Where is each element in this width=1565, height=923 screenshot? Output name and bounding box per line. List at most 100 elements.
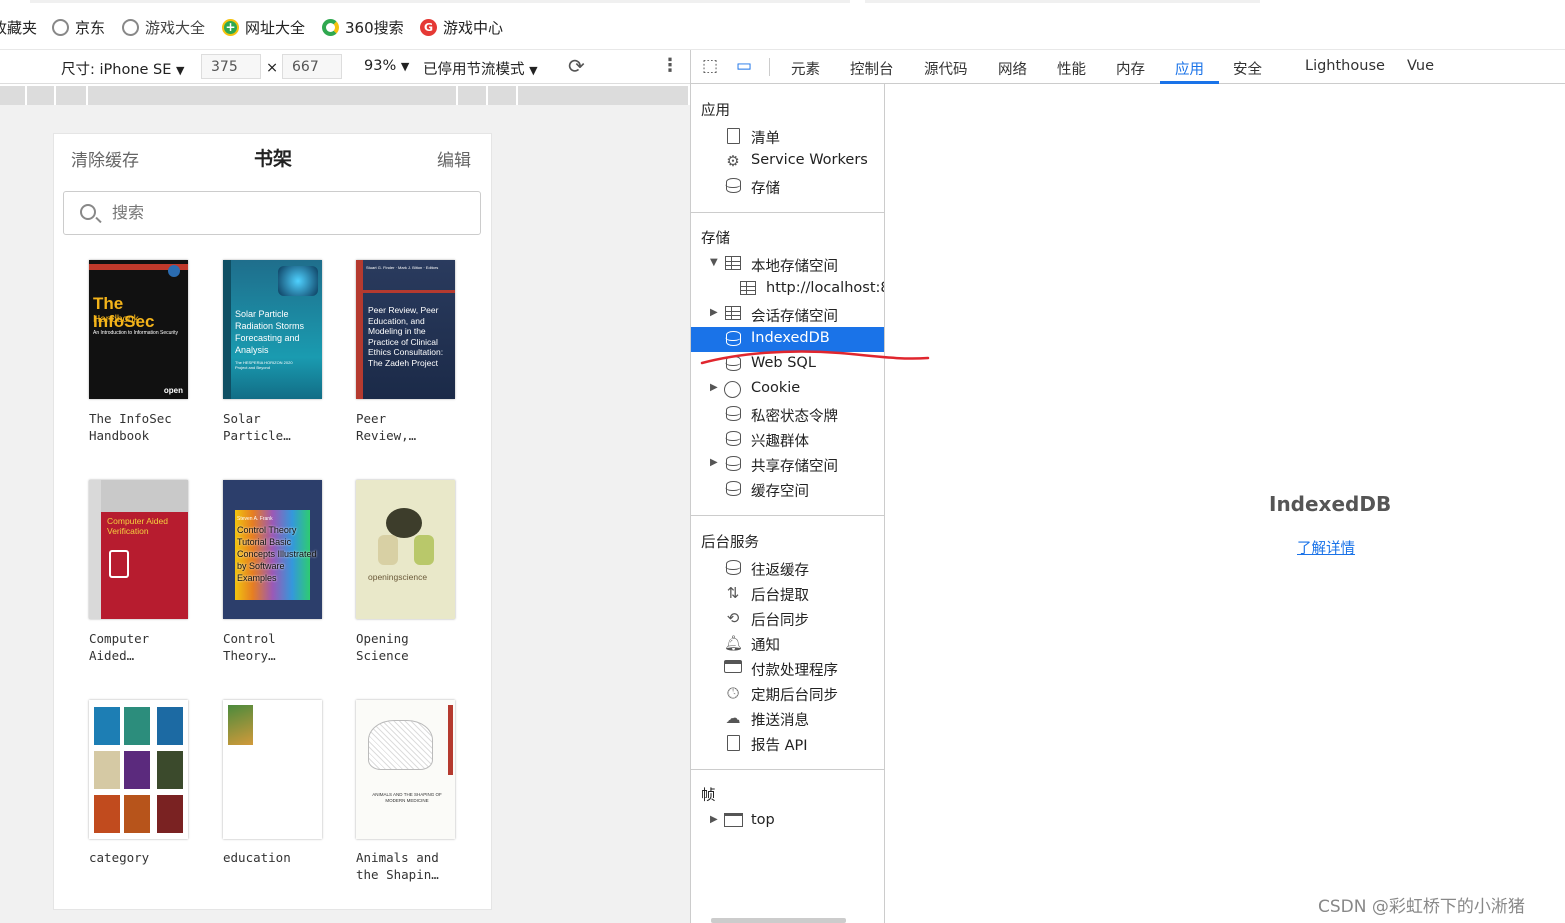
tab-lighthouse[interactable]: Lighthouse [1305, 58, 1385, 74]
more-options-icon[interactable]: ⋮ [661, 55, 679, 76]
book-title[interactable]: Solar Particle… [223, 410, 333, 444]
book-cover-opening-science[interactable]: openingscience [356, 480, 455, 619]
sidebar-item-shared-storage[interactable]: ▶ 共享存储空间 [691, 452, 884, 477]
sidebar-item-periodic-sync[interactable]: 🕓︎ 定期后台同步 [691, 681, 884, 706]
book-title[interactable]: Control Theory… [223, 630, 333, 664]
database-icon [724, 456, 742, 472]
devtools-panel: ⬚ ▭ 元素 控制台 源代码 网络 性能 内存 应用 安全 Lighthouse… [690, 50, 1565, 923]
caret-down-icon: ▼ [400, 60, 410, 73]
sidebar-item-service-workers[interactable]: ⚙ Service Workers [691, 149, 884, 174]
bookmark-games[interactable]: 游戏大全 [122, 17, 205, 38]
sync-icon: ⟲ [726, 609, 740, 627]
learn-more-link[interactable]: 了解详情 [1297, 537, 1355, 558]
sidebar-scrollbar[interactable] [711, 918, 846, 923]
times-symbol: × [266, 60, 279, 76]
document-icon [724, 128, 742, 144]
bookmark-jd[interactable]: 京东 [52, 17, 105, 38]
book-cover-category[interactable] [89, 700, 188, 839]
height-input[interactable] [282, 54, 342, 79]
active-tab-indicator [1160, 81, 1219, 84]
triangle-right-icon[interactable]: ▶ [710, 457, 718, 468]
book-cover-animals[interactable]: ANIMALS AND THE SHAPING OF MODERN MEDICI… [356, 700, 455, 839]
rotate-icon[interactable]: ⟳ [568, 54, 585, 78]
caret-down-icon: ▼ [176, 64, 185, 77]
credit-card-icon [724, 660, 742, 676]
bookmark-360-search[interactable]: 360搜索 [322, 17, 404, 38]
sidebar-item-background-sync[interactable]: ⟲ 后台同步 [691, 606, 884, 631]
width-input[interactable] [201, 54, 261, 79]
inspect-element-icon[interactable]: ⬚ [702, 56, 718, 76]
sidebar-item-push-messaging[interactable]: ☁︎ 推送消息 [691, 706, 884, 731]
book-cover-infosec[interactable]: The InfoSec Handbook An Introduction to … [89, 260, 188, 399]
panel-title: IndexedDB [1269, 492, 1392, 516]
globe-icon [52, 19, 69, 36]
red-annotation-underline [700, 350, 930, 365]
book-cover-solar[interactable]: Solar Particle Radiation Storms Forecast… [223, 260, 322, 399]
sidebar-item-interest-groups[interactable]: 兴趣群体 [691, 427, 884, 452]
sidebar-item-session-storage[interactable]: ▶ 会话存储空间 [691, 302, 884, 327]
sidebar-item-reporting-api[interactable]: 报告 API [691, 731, 884, 756]
tab-strip-edge [865, 0, 1260, 3]
sidebar-item-local-storage[interactable]: ▼ 本地存储空间 [691, 252, 884, 277]
triangle-down-icon[interactable]: ▼ [710, 257, 718, 268]
plus-circle-icon: + [222, 19, 239, 36]
book-title[interactable]: education [223, 849, 333, 866]
throttle-select[interactable]: 已停用节流模式 ▼ [423, 58, 538, 79]
device-select[interactable]: 尺寸: iPhone SE ▼ [61, 58, 185, 79]
database-icon [724, 406, 742, 422]
edit-button[interactable]: 编辑 [437, 146, 471, 171]
book-title[interactable]: Opening Science [356, 630, 466, 664]
clock-icon: 🕓︎ [727, 684, 739, 702]
database-icon [724, 178, 742, 194]
bookmarks-bar: 收藏夹 京东 游戏大全 +网址大全 360搜索 G游戏中心 [0, 0, 1565, 50]
book-cover-education[interactable] [223, 700, 322, 839]
book-cover-computer-aided[interactable]: Computer Aided Verification [89, 480, 188, 619]
triangle-right-icon[interactable]: ▶ [710, 382, 718, 393]
book-title[interactable]: Peer Review,… [356, 410, 466, 444]
book-cover-control-theory[interactable]: Steven A. Frank Control Theory Tutorial … [223, 480, 322, 619]
sidebar-item-frame-top[interactable]: ▶ top [691, 809, 884, 834]
tab-elements[interactable]: 元素 [791, 58, 820, 79]
tab-application[interactable]: 应用 [1175, 58, 1204, 79]
search-box[interactable] [63, 191, 481, 235]
arrows-up-down-icon: ⇅ [726, 584, 740, 602]
bookmark-game-center[interactable]: G 游戏中心 [420, 17, 503, 38]
tab-sources[interactable]: 源代码 [924, 58, 968, 79]
table-icon [724, 256, 742, 272]
sidebar-item-background-fetch[interactable]: ⇅ 后台提取 [691, 581, 884, 606]
page-title: 书架 [254, 148, 293, 170]
tab-vue[interactable]: Vue [1407, 58, 1434, 74]
book-title[interactable]: Computer Aided… [89, 630, 199, 664]
book-title[interactable]: category [89, 849, 199, 866]
sidebar-item-cache-storage[interactable]: 缓存空间 [691, 477, 884, 502]
bookmark-favorites[interactable]: 收藏夹 [0, 17, 37, 38]
sidebar-item-manifest[interactable]: 清单 [691, 124, 884, 149]
search-input[interactable] [112, 203, 412, 222]
book-cover-peer-review[interactable]: Stuart G. Finder · Mark J. Bliton · Edit… [356, 260, 455, 399]
media-query-ruler[interactable] [0, 86, 688, 105]
tab-memory[interactable]: 内存 [1116, 58, 1145, 79]
sidebar-item-bfcache[interactable]: 往返缓存 [691, 556, 884, 581]
tab-performance[interactable]: 性能 [1057, 58, 1086, 79]
triangle-right-icon[interactable]: ▶ [710, 814, 718, 825]
sidebar-item-localhost[interactable]: http://localhost:8080 [691, 277, 884, 302]
section-application: 应用 [701, 103, 730, 119]
device-toggle-icon[interactable]: ▭ [736, 56, 752, 76]
clear-cache-button[interactable]: 清除缓存 [71, 146, 139, 171]
tab-security[interactable]: 安全 [1233, 58, 1262, 79]
caret-down-icon: ▼ [529, 64, 538, 77]
book-title[interactable]: The InfoSec Handbook [89, 410, 199, 444]
tab-console[interactable]: 控制台 [850, 58, 894, 79]
database-icon [724, 481, 742, 497]
book-title[interactable]: Animals and the Shapin… [356, 849, 466, 883]
sidebar-item-storage[interactable]: 存储 [691, 174, 884, 199]
sidebar-item-cookie[interactable]: ▶ Cookie [691, 377, 884, 402]
bookmark-url-directory[interactable]: + 网址大全 [222, 17, 305, 38]
sidebar-item-payment-handler[interactable]: 付款处理程序 [691, 656, 884, 681]
sidebar-item-notifications[interactable]: 🔔︎ 通知 [691, 631, 884, 656]
document-icon [724, 735, 742, 751]
zoom-select[interactable]: 93% ▼ [364, 58, 409, 74]
tab-network[interactable]: 网络 [998, 58, 1027, 79]
triangle-right-icon[interactable]: ▶ [710, 307, 718, 318]
sidebar-item-private-state-tokens[interactable]: 私密状态令牌 [691, 402, 884, 427]
